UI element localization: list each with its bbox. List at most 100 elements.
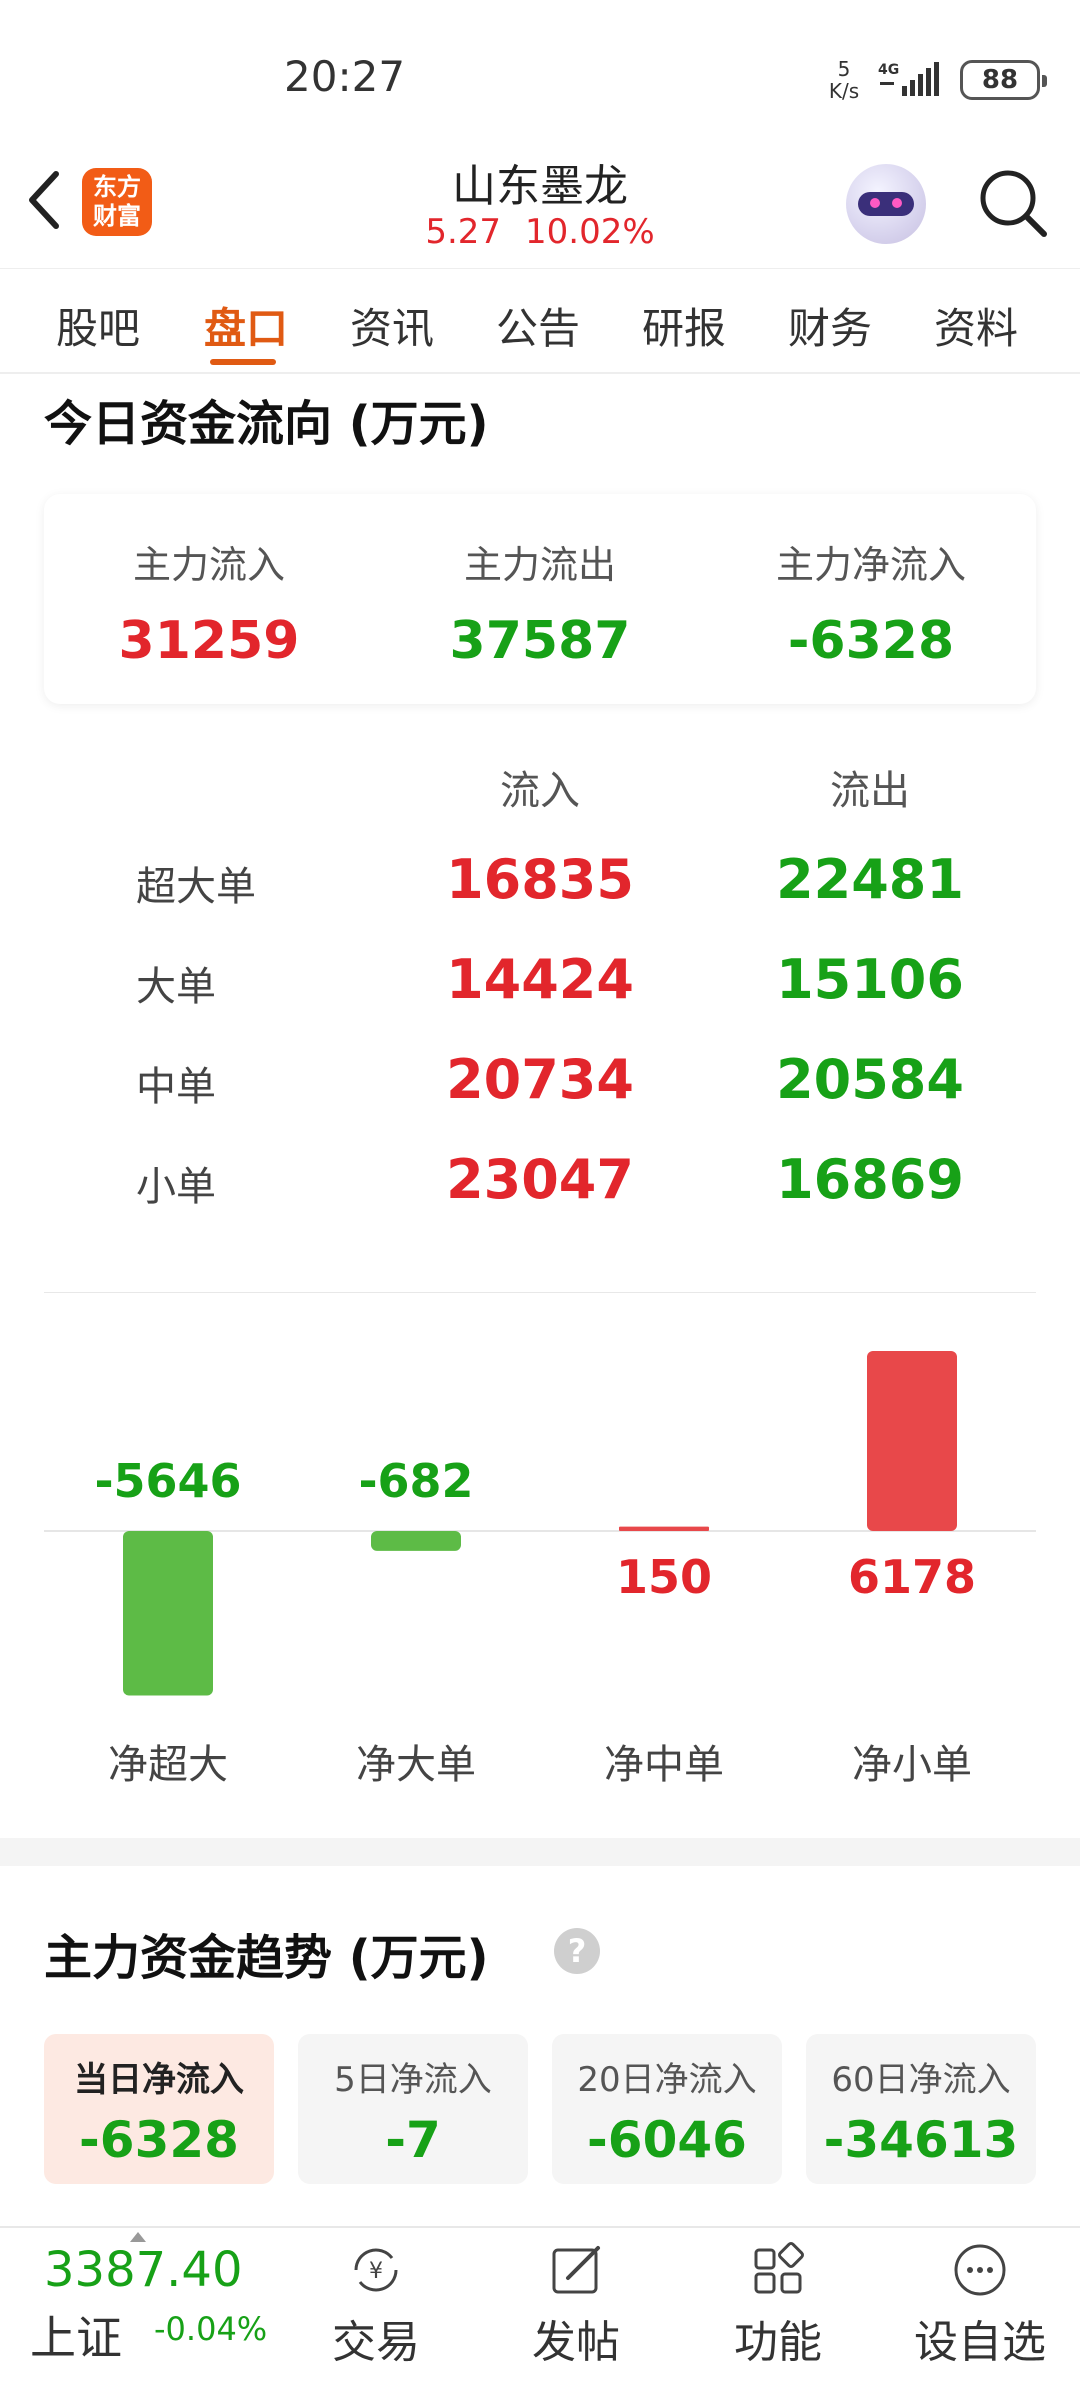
tab-research[interactable]: 研报 xyxy=(642,295,726,356)
avatar-eye-left xyxy=(870,198,880,208)
network-speed-value: 5 xyxy=(837,57,851,81)
row-out-super-large: 22481 xyxy=(776,848,964,911)
post-icon xyxy=(552,2246,600,2294)
nav-trade-label: 交易 xyxy=(332,2317,420,2368)
stock-quote: 5.27 10.02% xyxy=(340,212,740,252)
trend-5day-net[interactable]: 5日净流入 -7 xyxy=(298,2034,528,2184)
more-icon xyxy=(954,2244,1006,2296)
bar-value-small: 6178 xyxy=(848,1550,976,1604)
app-logo-line1: 东方 xyxy=(93,173,141,201)
expand-caret-icon xyxy=(130,2232,146,2242)
trend-value: -34613 xyxy=(823,2111,1019,2169)
row-in-super-large: 16835 xyxy=(446,848,634,911)
trend-20day-net[interactable]: 20日净流入 -6046 xyxy=(552,2034,782,2184)
tab-guba[interactable]: 股吧 xyxy=(56,295,140,356)
tab-profile[interactable]: 资料 xyxy=(934,295,1018,356)
nav-post-label: 发帖 xyxy=(532,2317,620,2368)
fund-flow-title: 今日资金流向 (万元) xyxy=(44,396,489,452)
tab-finance[interactable]: 财务 xyxy=(788,295,872,356)
tab-announcements[interactable]: 公告 xyxy=(496,295,580,356)
nav-add-watchlist-label: 设自选 xyxy=(914,2317,1046,2368)
stock-change-pct: 10.02% xyxy=(525,212,655,252)
network-type: 4G xyxy=(878,62,899,78)
row-out-small: 16869 xyxy=(776,1148,964,1211)
row-in-small: 23047 xyxy=(446,1148,634,1211)
trend-label: 60日净流入 xyxy=(831,2060,1011,2100)
main-inflow-value: 31259 xyxy=(118,611,300,671)
status-time: 20:27 xyxy=(284,52,406,101)
row-out-medium: 20584 xyxy=(776,1048,964,1111)
bar-large xyxy=(371,1531,461,1551)
row-out-large: 15106 xyxy=(776,948,964,1011)
nav-add-watchlist[interactable]: 设自选 xyxy=(910,2240,1050,2370)
app-logo[interactable]: 东方 财富 xyxy=(82,168,152,236)
bar-category-super-large: 净超大 xyxy=(108,1742,228,1788)
tab-news[interactable]: 资讯 xyxy=(350,295,434,356)
trend-value: -7 xyxy=(385,2111,441,2169)
active-tab-indicator xyxy=(210,359,276,365)
help-icon[interactable]: ? xyxy=(554,1928,600,1974)
row-label-super-large: 超大单 xyxy=(136,864,256,910)
nav-functions[interactable]: 功能 xyxy=(708,2240,848,2370)
trend-label: 20日净流入 xyxy=(577,2060,757,2100)
stock-name: 山东墨龙 xyxy=(452,161,628,212)
main-net-inflow: 主力净流入 -6328 xyxy=(706,534,1036,671)
row-label-large: 大单 xyxy=(136,964,216,1010)
grid-inflow-header: 流入 xyxy=(500,768,580,814)
bar-category-medium: 净中单 xyxy=(604,1742,724,1788)
tab-bar: 股吧 盘口 资讯 公告 研报 财务 资料 xyxy=(0,268,1080,374)
signal-icon: 4G xyxy=(878,62,939,96)
bar-small xyxy=(867,1351,957,1531)
section-divider xyxy=(44,1292,1036,1293)
battery-indicator: 88 xyxy=(960,60,1047,100)
bar-medium xyxy=(619,1526,709,1531)
avatar-eye-right xyxy=(892,198,902,208)
trend-60day-net[interactable]: 60日净流入 -34613 xyxy=(806,2034,1036,2184)
trend-title: 主力资金趋势 (万元) xyxy=(44,1930,489,1986)
nav-functions-label: 功能 xyxy=(734,2317,822,2368)
bar-value-super-large: -5646 xyxy=(94,1454,241,1508)
main-force-summary-card: 主力流入 31259 主力流出 37587 主力净流入 -6328 xyxy=(44,494,1036,704)
main-outflow-value: 37587 xyxy=(449,611,631,671)
bar-super-large xyxy=(123,1531,213,1696)
main-inflow-label: 主力流入 xyxy=(132,543,285,587)
row-in-medium: 20734 xyxy=(446,1048,634,1111)
section-separator xyxy=(0,1838,1080,1866)
bottom-navigation: 3387.40 上证 -0.04% ¥ 交易 发帖 功能 设自选 xyxy=(0,2226,1080,2400)
main-outflow-label: 主力流出 xyxy=(463,543,616,587)
row-label-medium: 中单 xyxy=(136,1064,216,1110)
index-name: 上证 xyxy=(30,2311,122,2365)
back-arrow-icon[interactable] xyxy=(24,168,64,232)
trend-label: 5日净流入 xyxy=(334,2060,492,2100)
bar-value-medium: 150 xyxy=(616,1550,712,1604)
main-net-inflow-value: -6328 xyxy=(787,611,955,671)
trend-value: -6046 xyxy=(587,2111,747,2169)
index-change: -0.04% xyxy=(154,2310,268,2348)
main-outflow: 主力流出 37587 xyxy=(375,534,705,671)
stock-price: 5.27 xyxy=(425,212,502,252)
trade-icon: ¥ xyxy=(354,2248,398,2292)
bar-category-small: 净小单 xyxy=(852,1742,972,1788)
bar-value-large: -682 xyxy=(358,1454,473,1508)
row-in-large: 14424 xyxy=(446,948,634,1011)
bar-category-large: 净大单 xyxy=(356,1742,476,1788)
trend-label: 当日净流入 xyxy=(74,2060,244,2100)
grid-outflow-header: 流出 xyxy=(830,768,910,814)
net-flow-bar-chart: -5646 净超大 -682 净大单 150 净中单 6178 净小单 xyxy=(44,1351,1036,1788)
index-value: 3387.40 xyxy=(44,2242,243,2298)
trend-value: -6328 xyxy=(79,2111,239,2169)
app-logo-line2: 财富 xyxy=(93,202,141,230)
search-icon[interactable] xyxy=(976,166,1050,240)
row-label-small: 小单 xyxy=(136,1164,216,1210)
main-net-inflow-label: 主力净流入 xyxy=(775,543,966,587)
svg-text:¥: ¥ xyxy=(369,2259,383,2284)
trend-today-net[interactable]: 当日净流入 -6328 xyxy=(44,2034,274,2184)
network-speed: 5 K/s xyxy=(824,58,864,102)
nav-trade[interactable]: ¥ 交易 xyxy=(306,2240,446,2370)
nav-post[interactable]: 发帖 xyxy=(506,2240,646,2370)
apps-icon xyxy=(754,2242,804,2294)
ai-assistant-avatar[interactable] xyxy=(846,164,926,244)
tab-pankou[interactable]: 盘口 xyxy=(204,295,288,356)
main-inflow: 主力流入 31259 xyxy=(44,534,374,671)
network-speed-unit: K/s xyxy=(828,79,860,103)
